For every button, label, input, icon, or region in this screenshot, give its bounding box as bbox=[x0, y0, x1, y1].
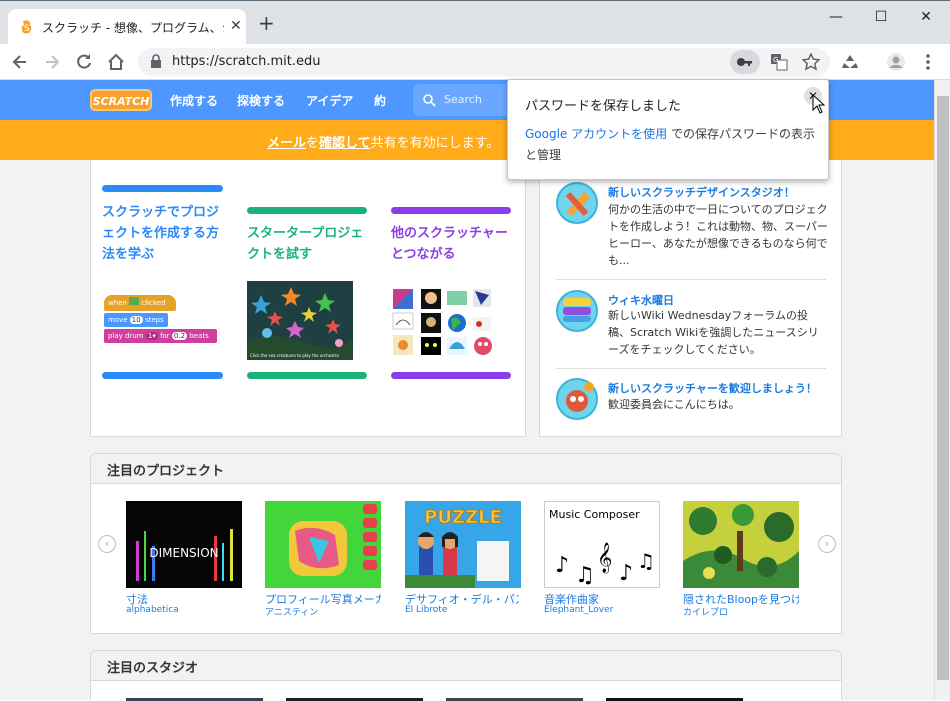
news-card: 新しいスクラッチデザインスタジオ！ 何かの生活の中で一日についてのプロジェクトを… bbox=[539, 160, 842, 437]
window-close-button[interactable]: ✕ bbox=[916, 7, 936, 27]
svg-text:PUZZLE: PUZZLE bbox=[424, 507, 502, 528]
svg-text:♫: ♫ bbox=[575, 563, 595, 588]
extension-recycle-icon[interactable] bbox=[840, 52, 860, 72]
blue-bar-top bbox=[102, 185, 223, 192]
back-arrow-icon[interactable] bbox=[10, 52, 30, 72]
featured-studios-heading: 注目のスタジオ bbox=[107, 661, 199, 676]
getting-started-card: スクラッチでプロジェクトを作成する方法を学ぶ スタータープロジェクトを試す 他の… bbox=[90, 160, 526, 437]
lock-icon bbox=[151, 54, 161, 68]
news-text-1: 何かの生活の中で一日についてのプロジェクトを作成しよう！これは動物、物、スーパー… bbox=[608, 203, 828, 267]
banner-text: メールを確認して共有を有効にします。 bbox=[267, 136, 500, 151]
featured-studios-carousel bbox=[90, 680, 842, 701]
news-text-3: 歓迎委員会にこんにちは。 bbox=[608, 398, 740, 411]
page-content: スクラッチでプロジェクトを作成する方法を学ぶ スタータープロジェクトを試す 他の… bbox=[0, 160, 934, 701]
browser-toolbar: https://scratch.mit.edu G bbox=[0, 44, 950, 80]
featured-projects-heading: 注目のプロジェクト bbox=[107, 464, 225, 479]
popup-body: Google アカウントを使用 での保存パスワードの表示と管理 bbox=[525, 127, 815, 162]
popup-title: パスワードを保存しました bbox=[525, 99, 682, 114]
scratch-favicon-icon: S bbox=[21, 20, 32, 34]
news-title-1[interactable]: 新しいスクラッチデザインスタジオ！ bbox=[608, 184, 795, 200]
project-author[interactable]: カイレプロ bbox=[683, 605, 728, 618]
featured-studios-header: 注目のスタジオ bbox=[90, 650, 842, 680]
nav-explore[interactable]: 探検する bbox=[237, 92, 285, 109]
svg-text:DIMENSION: DIMENSION bbox=[149, 546, 218, 560]
starter-projects-link[interactable]: スタータープロジェクトを試す bbox=[247, 223, 372, 265]
news-divider bbox=[556, 279, 826, 280]
reload-icon[interactable] bbox=[74, 52, 94, 72]
menu-kebab-icon[interactable] bbox=[918, 52, 938, 72]
home-icon[interactable] bbox=[106, 52, 126, 72]
new-tab-button[interactable]: + bbox=[258, 13, 275, 33]
design-studio-news-icon bbox=[556, 182, 598, 224]
carousel-prev-arrow-icon[interactable]: ‹ bbox=[98, 535, 116, 553]
news-divider bbox=[556, 368, 826, 369]
address-bar[interactable]: https://scratch.mit.edu G bbox=[138, 48, 830, 76]
project-author[interactable]: Elephant_Lover bbox=[544, 605, 613, 615]
maximize-button[interactable]: ☐ bbox=[871, 7, 891, 27]
project-thumbnail[interactable] bbox=[265, 501, 381, 588]
password-key-icon[interactable] bbox=[730, 50, 760, 74]
translate-icon[interactable]: G bbox=[770, 53, 788, 71]
featured-projects-carousel: ‹ › DIMENSION 寸法 alphabetica プロフィール写真メーカ… bbox=[90, 483, 842, 634]
starter-project-thumbnail[interactable]: Click the sea creatures to play the orch… bbox=[247, 281, 353, 360]
wiki-wednesday-news-icon bbox=[556, 290, 598, 332]
search-placeholder: Search bbox=[444, 93, 482, 106]
project-author[interactable]: アニスティン bbox=[265, 605, 318, 618]
google-account-link[interactable]: Google アカウントを使用 bbox=[525, 127, 667, 141]
project-thumbnail[interactable]: PUZZLE bbox=[405, 501, 521, 588]
nav-about[interactable]: 約 bbox=[374, 92, 386, 109]
bookmark-star-icon[interactable] bbox=[802, 53, 820, 71]
svg-text:S: S bbox=[24, 24, 30, 34]
code-blocks-illustration[interactable]: when clicked move 10 steps play drum 1▾ … bbox=[104, 293, 219, 348]
tab-title: スクラッチ - 想像、プログラム、シェア bbox=[42, 21, 224, 35]
news-text-2: 新しいWiki Wednesdayフォーラムの投稿、Scratch Wikiを強… bbox=[608, 309, 819, 356]
email-link[interactable]: メール bbox=[267, 136, 306, 151]
blue-bar-bottom bbox=[102, 372, 223, 379]
news-title-3[interactable]: 新しいスクラッチャーを歓迎しましょう！ bbox=[608, 380, 817, 396]
carousel-next-arrow-icon[interactable]: › bbox=[818, 535, 836, 553]
connect-scratchers-link[interactable]: 他のスクラッチャーとつながる bbox=[391, 223, 516, 265]
page-scrollbar[interactable] bbox=[934, 80, 950, 700]
welcome-news-icon bbox=[556, 378, 598, 420]
search-icon bbox=[423, 94, 436, 107]
browser-tab[interactable]: S スクラッチ - 想像、プログラム、シェア ✕ bbox=[8, 9, 246, 45]
green-bar-bottom bbox=[247, 372, 367, 379]
minimize-button[interactable]: — bbox=[826, 7, 846, 27]
project-thumbnail[interactable] bbox=[683, 501, 799, 588]
profile-avatar-icon[interactable] bbox=[886, 52, 906, 72]
featured-projects-header: 注目のプロジェクト bbox=[90, 453, 842, 483]
news-title-2[interactable]: ウィキ水曜日 bbox=[608, 292, 674, 308]
password-saved-bubble: パスワードを保存しました Google アカウントを使用 での保存パスワードの表… bbox=[507, 79, 829, 180]
purple-bar-bottom bbox=[391, 372, 511, 379]
svg-text:♪: ♪ bbox=[555, 553, 569, 578]
project-author[interactable]: alphabetica bbox=[126, 605, 179, 615]
mouse-cursor-icon bbox=[812, 94, 826, 114]
svg-text:G: G bbox=[773, 56, 778, 64]
tab-strip: S スクラッチ - 想像、プログラム、シェア ✕ + — ☐ ✕ bbox=[0, 0, 950, 45]
nav-ideas[interactable]: アイデア bbox=[306, 92, 353, 109]
scratch-logo[interactable]: SCRATCH bbox=[90, 89, 152, 111]
search-input[interactable]: Search bbox=[413, 84, 513, 116]
purple-bar-top bbox=[391, 207, 511, 214]
svg-text:♪: ♪ bbox=[619, 561, 633, 586]
svg-text:♫: ♫ bbox=[637, 549, 655, 573]
green-bar-top bbox=[247, 207, 367, 214]
project-thumbnail[interactable]: DIMENSION bbox=[126, 501, 242, 588]
confirm-link[interactable]: 確認して bbox=[319, 136, 371, 151]
tutorial-link[interactable]: スクラッチでプロジェクトを作成する方法を学ぶ bbox=[102, 202, 227, 265]
url-text[interactable]: https://scratch.mit.edu bbox=[172, 54, 320, 69]
nav-create[interactable]: 作成する bbox=[170, 92, 218, 109]
svg-text:Click the sea creatures to pla: Click the sea creatures to play the orch… bbox=[250, 353, 339, 358]
project-thumbnail[interactable]: Music Composer ♪ ♫ 𝄞 ♪ ♫ bbox=[544, 501, 660, 588]
svg-text:Music Composer: Music Composer bbox=[549, 508, 640, 521]
scratchers-avatars-illustration[interactable] bbox=[391, 287, 495, 357]
scrollbar-thumb[interactable] bbox=[937, 96, 949, 680]
project-author[interactable]: El Librote bbox=[405, 605, 447, 615]
svg-text:𝄞: 𝄞 bbox=[597, 542, 612, 574]
tab-close-icon[interactable]: ✕ bbox=[230, 18, 242, 34]
forward-arrow-icon[interactable] bbox=[42, 52, 62, 72]
